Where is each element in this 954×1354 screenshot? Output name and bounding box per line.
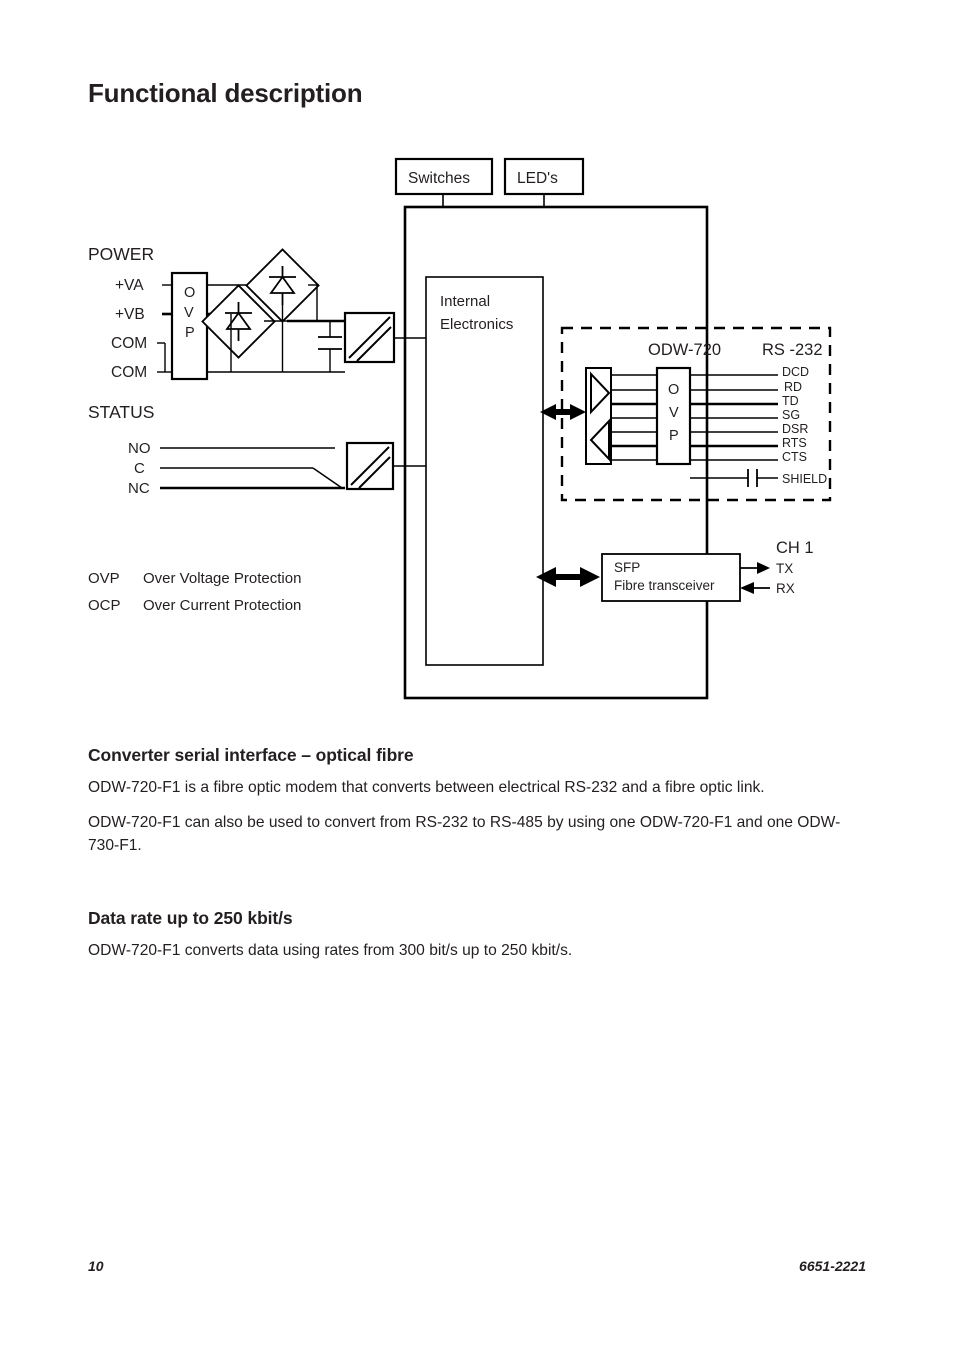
section-paragraph: ODW-720-F1 is a fibre optic modem that c… [88, 779, 765, 796]
sfp-transceiver-box: SFP Fibre transceiver [601, 553, 741, 602]
leds-label: LED's [517, 170, 558, 187]
capacitor-symbol [318, 321, 342, 372]
footer-page-number: 10 [88, 1258, 104, 1274]
legend-ovp: OVP Over Voltage Protection [88, 570, 301, 587]
power-group-label: POWER [88, 244, 154, 264]
functional-block-diagram: Switches LED's Internal Electronics POWE… [0, 140, 954, 720]
signal-label-cts: CTS [782, 450, 807, 464]
page-footer: 10 6651-2221 [88, 1258, 866, 1280]
serial-ovp-letter-v: V [669, 405, 679, 421]
legend-abbr-ocp: OCP [88, 597, 121, 614]
tx-arrow [740, 562, 770, 574]
rs232-interface-label: RS -232 [762, 341, 823, 359]
sfp-bidirectional-arrow [536, 567, 600, 587]
odw720-module-label: ODW-720 [648, 341, 721, 359]
rx-arrow [740, 582, 770, 594]
signal-label-dcd: DCD [782, 365, 809, 379]
page-title: Functional description [88, 78, 363, 108]
status-terminal-no: NO [128, 440, 151, 457]
power-ovp-letter-v: V [184, 305, 194, 321]
power-terminal-com-1: COM [111, 335, 147, 352]
document-page: Functional description Switches LED's In… [0, 0, 954, 1354]
section-heading: Data rate up to 250 kbit/s [88, 908, 293, 928]
status-group-label: STATUS [88, 402, 154, 422]
shield-capacitor [690, 469, 778, 487]
footer-document-number: 6651-2221 [799, 1258, 866, 1274]
legend-ocp: OCP Over Current Protection [88, 597, 301, 614]
status-terminal-nc: NC [128, 480, 150, 497]
signal-label-rts: RTS [782, 436, 807, 450]
power-ovp-letter-p: P [185, 325, 195, 341]
channel-label: CH 1 [776, 539, 814, 557]
tx-label: TX [776, 561, 793, 576]
internal-electronics-box: Internal Electronics [425, 276, 544, 666]
power-isolation-block [343, 311, 396, 364]
signal-label-rd: RD [784, 380, 802, 394]
signal-label-shield: SHIELD [782, 472, 827, 486]
serial-ovp-box: O V P [655, 366, 692, 466]
serial-ovp-letter-o: O [668, 382, 679, 398]
signal-label-td: TD [782, 394, 799, 408]
signal-label-sg: SG [782, 408, 800, 422]
switches-box: Switches [394, 157, 494, 196]
legend-text-ocp: Over Current Protection [143, 597, 301, 614]
power-terminal-va: +VA [115, 277, 144, 294]
rx-label: RX [776, 581, 795, 596]
section-data-rate: Data rate up to 250 kbit/s ODW-720-F1 co… [88, 908, 848, 962]
leds-box: LED's [503, 157, 585, 196]
legend-text-ovp: Over Voltage Protection [143, 570, 301, 587]
serial-ovp-letter-p: P [669, 428, 679, 444]
power-terminal-com-2: COM [111, 364, 147, 381]
section-heading: Converter serial interface – optical fib… [88, 745, 414, 765]
power-ovp-box: O V P [170, 271, 209, 381]
line-driver-receiver-box [585, 367, 612, 465]
legend-abbr-ovp: OVP [88, 570, 120, 587]
sfp-line1: SFP [614, 560, 640, 575]
section-paragraph: ODW-720-F1 can also be used to convert f… [88, 814, 841, 854]
status-isolation-block [345, 441, 395, 491]
status-terminal-c: C [134, 460, 145, 477]
signal-label-dsr: DSR [782, 422, 808, 436]
section-converter-serial-interface: Converter serial interface – optical fib… [88, 745, 848, 857]
status-contact-arm [312, 467, 343, 489]
sfp-line2: Fibre transceiver [614, 578, 715, 593]
section-paragraph: ODW-720-F1 converts data using rates fro… [88, 942, 573, 959]
power-terminal-vb: +VB [115, 306, 145, 323]
switches-label: Switches [408, 170, 470, 187]
power-ovp-letter-o: O [184, 285, 195, 301]
internal-electronics-line1: Internal [440, 293, 490, 310]
internal-electronics-line2: Electronics [440, 316, 513, 333]
